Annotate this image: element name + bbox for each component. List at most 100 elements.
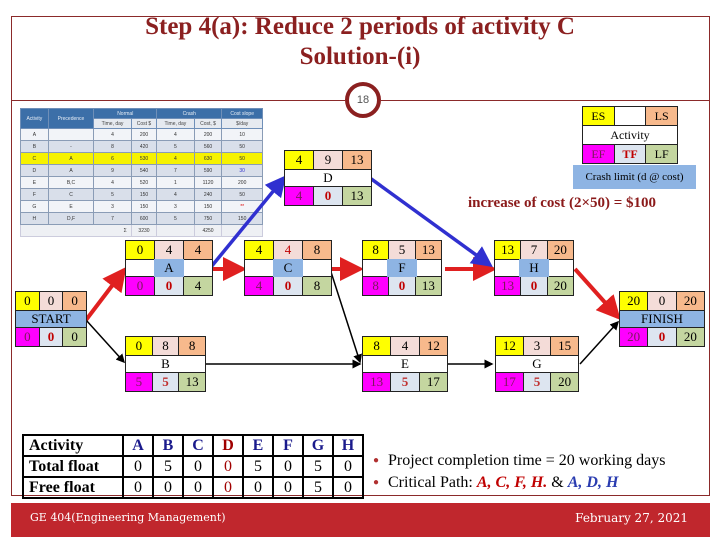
b-duration: 8 [152, 337, 180, 355]
free-float-cell: 0 [182, 476, 214, 499]
node-c: 448 C 408 [244, 240, 332, 296]
h-ls: 20 [547, 241, 573, 259]
f-ef: 8 [363, 277, 390, 295]
slide-footer: GE 404(Engineering Management) February … [11, 503, 710, 537]
legend-es: ES [583, 107, 615, 125]
c-lf: 8 [303, 277, 331, 295]
d-duration: 9 [314, 151, 343, 169]
g-es: 12 [496, 337, 524, 355]
e-label: E [401, 356, 409, 371]
total-float-cell: 5 [152, 455, 184, 478]
legend-ef: EF [583, 145, 615, 163]
g-ls: 15 [551, 337, 579, 355]
node-d: 4 9 13 D 4 0 13 [284, 150, 372, 206]
e-duration: 4 [391, 337, 420, 355]
total-float-cell: 0 [212, 455, 244, 478]
e-lf: 17 [419, 373, 447, 391]
float-table: Activity A B C D E F G H Total float 0 5 0 0 5 0 5 0 Fre… [22, 434, 364, 499]
b-tf: 5 [152, 373, 180, 391]
float-activity-header: E [242, 434, 274, 457]
total-float-cell: 5 [302, 455, 334, 478]
float-row-label-activity: Activity [22, 434, 124, 457]
float-activity-header: F [272, 434, 304, 457]
float-activity-header: A [122, 434, 154, 457]
start-ef: 0 [16, 328, 40, 346]
h-tf: 0 [521, 277, 548, 295]
b-es: 0 [126, 337, 153, 355]
a-duration: 4 [155, 241, 184, 259]
total-float-cell: 0 [122, 455, 154, 478]
a-tf: 0 [155, 277, 184, 295]
f-es: 8 [363, 241, 390, 259]
legend-lf: LF [646, 145, 678, 163]
c-label: C [273, 259, 303, 277]
float-row-label-free: Free float [22, 476, 124, 499]
b-lf: 13 [179, 373, 206, 391]
arrow-start-b [85, 319, 126, 364]
critical-amp: & [547, 474, 568, 491]
node-f: 8 5 13 F 8 0 13 [362, 240, 442, 296]
g-ef: 17 [496, 373, 524, 391]
free-float-cell: 0 [272, 476, 304, 499]
node-a: 044 A 004 [125, 240, 213, 296]
start-ls: 0 [63, 292, 87, 310]
node-b: 088 B 5 5 13 [125, 336, 206, 392]
g-lf: 20 [551, 373, 579, 391]
h-es: 13 [495, 241, 522, 259]
d-es: 4 [285, 151, 314, 169]
h-ef: 13 [495, 277, 522, 295]
g-duration: 3 [523, 337, 552, 355]
completion-text: Project completion time = 20 working day… [388, 452, 666, 469]
h-label: H [519, 259, 549, 277]
d-ls: 13 [343, 151, 371, 169]
f-label: F [387, 259, 417, 277]
e-tf: 5 [391, 373, 420, 391]
free-float-cell: 0 [332, 476, 364, 499]
critical-prefix: Critical Path: [388, 474, 477, 491]
d-lf: 13 [343, 187, 371, 205]
g-tf: 5 [523, 373, 552, 391]
legend-crash-limit: Crash limit (d @ cost) [573, 165, 696, 189]
finish-lf: 20 [676, 328, 704, 346]
free-float-cell: 0 [122, 476, 154, 499]
float-row-label-total: Total float [22, 455, 124, 478]
g-label: G [532, 356, 542, 371]
a-lf: 4 [184, 277, 212, 295]
cost-increase-note: increase of cost (2×50) = $100 [468, 195, 657, 211]
c-tf: 0 [274, 277, 303, 295]
b-ls: 8 [179, 337, 206, 355]
finish-es: 20 [620, 292, 649, 310]
legend-tf: TF [614, 145, 647, 163]
legend-blank [614, 107, 647, 125]
e-ls: 12 [419, 337, 447, 355]
b-ef: 5 [126, 373, 153, 391]
c-ef: 4 [245, 277, 274, 295]
arrow-g-finish [579, 320, 620, 365]
footer-course: GE 404(Engineering Management) [30, 511, 226, 524]
float-activity-header: G [302, 434, 334, 457]
legend-ls: LS [646, 107, 678, 125]
float-activity-header: H [332, 434, 364, 457]
start-lf: 0 [63, 328, 87, 346]
c-duration: 4 [274, 241, 303, 259]
footer-date: February 27, 2021 [575, 511, 688, 525]
critical-path-blue: A, D, H [567, 474, 619, 491]
f-ls: 13 [415, 241, 441, 259]
e-es: 8 [363, 337, 392, 355]
node-h: 13 7 20 H 13 0 20 [494, 240, 574, 296]
float-activity-header: B [152, 434, 184, 457]
d-ef: 4 [285, 187, 314, 205]
e-ef: 13 [363, 373, 392, 391]
a-ls: 4 [184, 241, 212, 259]
f-duration: 5 [389, 241, 416, 259]
finish-ls: 20 [676, 292, 704, 310]
free-float-cell: 0 [152, 476, 184, 499]
bullet-critical-path: ● Critical Path: A, C, F, H. & A, D, H [364, 472, 665, 494]
f-tf: 0 [389, 277, 416, 295]
free-float-cell: 0 [212, 476, 244, 499]
node-finish: 20 0 20 FINISH 20 0 20 [619, 291, 705, 347]
node-e: 8 4 12 E 13 5 17 [362, 336, 448, 392]
a-ef: 0 [126, 277, 155, 295]
total-float-cell: 0 [332, 455, 364, 478]
start-label: START [31, 311, 71, 326]
